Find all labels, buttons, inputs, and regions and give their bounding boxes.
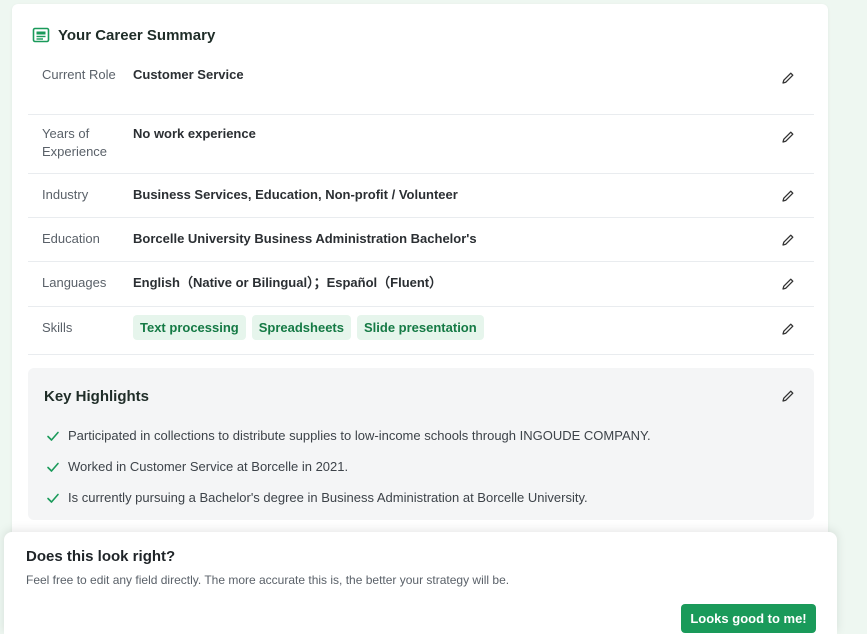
row-education: Education Borcelle University Business A… <box>28 218 814 262</box>
row-value: No work experience <box>133 126 256 141</box>
row-skills: Skills Text processing Spreadsheets Slid… <box>28 307 814 355</box>
row-current-role: Current Role Customer Service <box>28 56 814 115</box>
summary-rows: Current Role Customer Service Years of E… <box>28 56 814 355</box>
row-value: Borcelle University Business Administrat… <box>133 231 477 246</box>
row-label: Years of Experience <box>42 126 108 159</box>
skill-chip: Spreadsheets <box>251 315 351 340</box>
edit-pencil-icon[interactable] <box>780 321 796 337</box>
row-value: Customer Service <box>133 67 244 82</box>
edit-pencil-icon[interactable] <box>780 388 796 404</box>
row-value: English（Native or Bilingual）；Español（Flu… <box>133 275 443 290</box>
check-icon <box>46 491 60 505</box>
edit-pencil-icon[interactable] <box>780 188 796 204</box>
row-label: Skills <box>42 320 73 335</box>
highlight-text: Worked in Customer Service at Borcelle i… <box>68 459 349 474</box>
highlight-text: Is currently pursuing a Bachelor's degre… <box>68 490 588 505</box>
row-years-experience: Years of Experience No work experience <box>28 115 814 174</box>
resume-icon <box>32 26 50 44</box>
list-item: Is currently pursuing a Bachelor's degre… <box>46 482 651 513</box>
edit-pencil-icon[interactable] <box>780 232 796 248</box>
check-icon <box>46 429 60 443</box>
key-highlights-panel: Key Highlights Participated in collectio… <box>28 368 814 520</box>
confirm-panel: Does this look right? Feel free to edit … <box>4 532 837 634</box>
highlight-text: Participated in collections to distribut… <box>68 428 651 443</box>
edit-pencil-icon[interactable] <box>780 70 796 86</box>
edit-pencil-icon[interactable] <box>780 129 796 145</box>
row-label: Education <box>42 231 100 246</box>
career-summary-card: Your Career Summary Current Role Custome… <box>12 4 828 624</box>
skill-chips: Text processing Spreadsheets Slide prese… <box>133 315 484 340</box>
skill-chip: Slide presentation <box>357 315 484 340</box>
edit-pencil-icon[interactable] <box>780 276 796 292</box>
list-item: Worked in Customer Service at Borcelle i… <box>46 451 651 482</box>
confirm-subtitle: Feel free to edit any field directly. Th… <box>26 573 510 587</box>
card-title: Your Career Summary <box>58 26 216 44</box>
row-value: Business Services, Education, Non-profit… <box>133 187 458 202</box>
row-label: Current Role <box>42 67 116 82</box>
confirm-title: Does this look right? <box>26 548 176 565</box>
list-item: Participated in collections to distribut… <box>46 420 651 451</box>
row-label: Languages <box>42 275 107 290</box>
highlights-list: Participated in collections to distribut… <box>46 420 651 513</box>
highlights-title: Key Highlights <box>44 388 150 405</box>
row-industry: Industry Business Services, Education, N… <box>28 174 814 218</box>
skill-chip: Text processing <box>133 315 246 340</box>
looks-good-button[interactable]: Looks good to me! <box>681 604 816 633</box>
check-icon <box>46 460 60 474</box>
row-label: Industry <box>42 187 89 202</box>
card-header: Your Career Summary <box>32 24 215 46</box>
row-languages: Languages English（Native or Bilingual）；E… <box>28 262 814 307</box>
